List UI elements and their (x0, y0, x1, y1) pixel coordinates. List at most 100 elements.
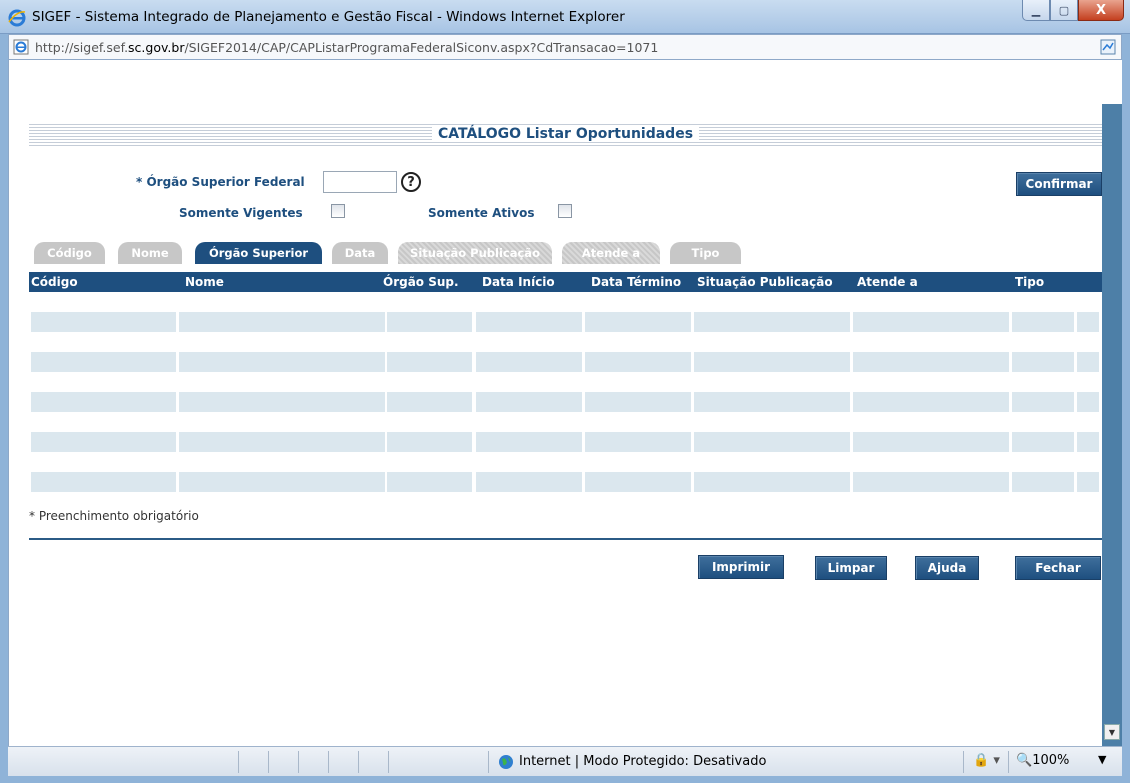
col-atende-a[interactable]: Atende a (857, 275, 918, 289)
table-cell (179, 392, 385, 412)
table-cell (179, 312, 385, 332)
table-cell (1077, 352, 1099, 372)
tab-nome[interactable]: Nome (118, 242, 182, 264)
table-cell (694, 352, 850, 372)
somente-vigentes-checkbox[interactable] (331, 204, 345, 218)
table-cell (476, 472, 582, 492)
orgao-superior-label: * Órgão Superior Federal (136, 175, 305, 189)
zoom-dropdown-icon[interactable]: ▼ (1098, 753, 1106, 766)
table-cell (387, 472, 472, 492)
zoom-value: 100% (1032, 753, 1070, 768)
status-separator (963, 751, 964, 773)
table-row[interactable] (29, 312, 1102, 332)
table-cell (387, 392, 472, 412)
page-title-text: CATÁLOGO Listar Oportunidades (431, 126, 700, 142)
maximize-icon: ▢ (1058, 3, 1070, 17)
zoom-level[interactable]: 🔍100% (1016, 753, 1069, 768)
table-cell (31, 312, 176, 332)
somente-ativos-checkbox[interactable] (558, 204, 572, 218)
divider (29, 538, 1102, 540)
table-cell (853, 472, 1009, 492)
table-cell (694, 472, 850, 492)
table-cell (1012, 432, 1074, 452)
required-footnote: * Preenchimento obrigatório (29, 509, 199, 523)
browser-viewport: ▲ ▼ CATÁLOGO Listar Oportunidades * Órgã… (8, 60, 1122, 746)
confirm-button[interactable]: Confirmar (1016, 172, 1102, 196)
col-orgao-sup[interactable]: Órgão Sup. (383, 275, 459, 289)
status-separator (328, 751, 329, 773)
table-cell (387, 432, 472, 452)
table-cell (585, 312, 691, 332)
table-cell (179, 432, 385, 452)
table-cell (1012, 472, 1074, 492)
window-titlebar: SIGEF - Sistema Integrado de Planejament… (0, 0, 1130, 34)
status-separator (238, 751, 239, 773)
tab-orgao-superior[interactable]: Órgão Superior (195, 242, 322, 264)
close-icon: X (1095, 2, 1107, 18)
table-cell (31, 392, 176, 412)
table-cell (1077, 432, 1099, 452)
protected-mode-icon[interactable]: 🔒 ▾ (973, 753, 1000, 768)
scroll-down-arrow-icon[interactable]: ▼ (1104, 724, 1120, 740)
col-data-inicio[interactable]: Data Início (482, 275, 555, 289)
tab-data[interactable]: Data (332, 242, 388, 264)
table-cell (31, 432, 176, 452)
status-separator (388, 751, 389, 773)
table-row[interactable] (29, 392, 1102, 412)
url-prefix: http://sigef.sef. (35, 40, 129, 55)
col-situacao-publicacao[interactable]: Situação Publicação (697, 275, 833, 289)
tab-codigo[interactable]: Código (34, 242, 105, 264)
table-cell (1012, 312, 1074, 332)
table-row[interactable] (29, 472, 1102, 492)
page-content: CATÁLOGO Listar Oportunidades * Órgão Su… (29, 60, 1102, 746)
table-cell (31, 352, 176, 372)
somente-ativos-label: Somente Ativos (428, 206, 535, 220)
table-cell (694, 392, 850, 412)
url-domain: sc.gov.br (128, 40, 185, 55)
clear-button[interactable]: Limpar (815, 556, 887, 580)
minimize-button[interactable]: ▁ (1022, 0, 1050, 21)
table-cell (694, 432, 850, 452)
table-cell (476, 432, 582, 452)
compatibility-view-icon[interactable] (1099, 38, 1117, 56)
tab-atende-a[interactable]: Atende a (562, 242, 660, 264)
address-url[interactable]: http://sigef.sef.sc.gov.br/SIGEF2014/CAP… (35, 40, 658, 55)
tab-tipo[interactable]: Tipo (670, 242, 741, 264)
minimize-icon: ▁ (1031, 3, 1041, 17)
page-title: CATÁLOGO Listar Oportunidades (29, 126, 1102, 142)
help-button[interactable]: Ajuda (915, 556, 979, 580)
table-row[interactable] (29, 352, 1102, 372)
url-path: /SIGEF2014/CAP/CAPListarProgramaFederalS… (184, 40, 659, 55)
status-separator (268, 751, 269, 773)
col-data-termino[interactable]: Data Término (591, 275, 681, 289)
table-cell (179, 352, 385, 372)
table-row[interactable] (29, 432, 1102, 452)
table-cell (179, 472, 385, 492)
print-button[interactable]: Imprimir (698, 555, 784, 579)
zoom-icon: 🔍 (1016, 753, 1033, 768)
ie-page-icon (13, 39, 29, 55)
table-cell (476, 312, 582, 332)
address-bar[interactable]: http://sigef.sef.sc.gov.br/SIGEF2014/CAP… (8, 34, 1122, 60)
status-separator (488, 751, 489, 773)
maximize-button[interactable]: ▢ (1050, 0, 1078, 21)
col-codigo[interactable]: Código (31, 275, 78, 289)
table-cell (853, 432, 1009, 452)
window-controls: ▁ ▢ X (1022, 0, 1124, 22)
table-cell (853, 312, 1009, 332)
status-separator (358, 751, 359, 773)
tab-situacao-publicacao[interactable]: Situação Publicação (398, 242, 552, 264)
help-icon[interactable]: ? (401, 172, 421, 192)
col-tipo[interactable]: Tipo (1015, 275, 1044, 289)
close-button[interactable]: Fechar (1015, 556, 1101, 580)
col-nome[interactable]: Nome (185, 275, 224, 289)
status-bar: Internet | Modo Protegido: Desativado 🔒 … (8, 746, 1122, 776)
security-zone[interactable]: Internet | Modo Protegido: Desativado (519, 754, 766, 769)
orgao-superior-input[interactable] (323, 171, 397, 193)
table-cell (1012, 392, 1074, 412)
close-window-button[interactable]: X (1078, 0, 1124, 21)
table-cell (387, 312, 472, 332)
vertical-scrollbar[interactable] (1102, 104, 1122, 746)
scroll-top-area (1102, 60, 1122, 104)
table-cell (585, 432, 691, 452)
